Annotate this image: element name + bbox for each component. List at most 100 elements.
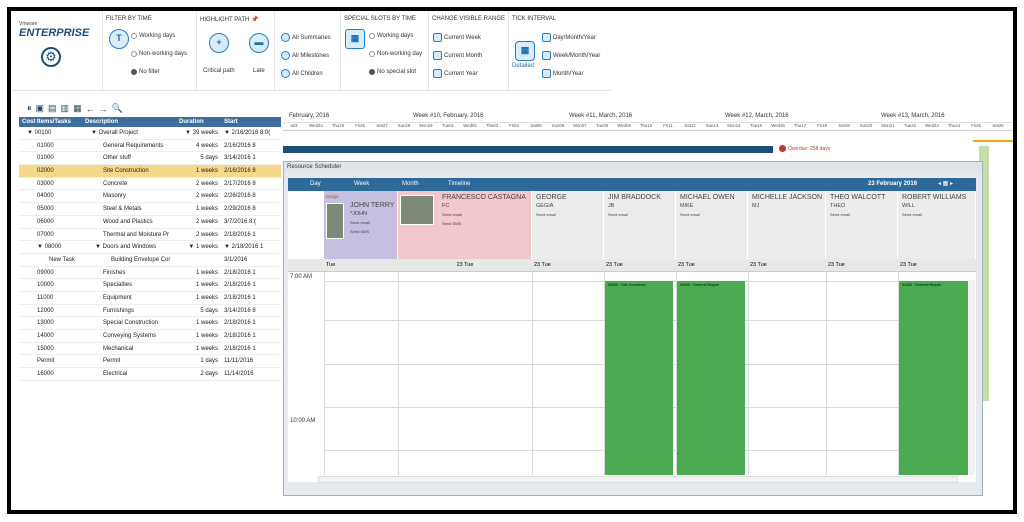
detailed-icon[interactable]: ▦ — [515, 41, 535, 61]
cell-start: ▼ 2/16/2016 8:0( — [224, 130, 271, 136]
slot-no-special-slot[interactable]: No special slot — [369, 69, 416, 75]
month-year-button[interactable]: Month/Year — [542, 69, 583, 78]
arrow-left-icon[interactable]: ← — [86, 104, 95, 114]
gantt-day-label: Thu25 — [331, 123, 345, 128]
resource-column-header[interactable]: GEORGE GEGIA Send email — [532, 191, 604, 259]
resource-column-header[interactable]: MICHAEL OWEN MIKE Send email — [676, 191, 748, 259]
table-row[interactable]: 12000 Furnishings 5 days 3/14/2016 8 — [19, 305, 281, 318]
resource-column-header[interactable]: FRANCESCO CASTAGNA FC Send email Send SMS — [398, 191, 532, 259]
critical-path-icon[interactable]: + — [209, 33, 229, 53]
filter-no-filter[interactable]: No filter — [131, 69, 160, 75]
table-row[interactable]: 03000 Concrete 2 weeks 2/17/2016 8 — [19, 178, 281, 191]
appointment[interactable]: 02000 - Site Construct — [605, 281, 673, 475]
col-header-description[interactable]: Description — [85, 117, 176, 127]
all-children-button[interactable]: All Children — [281, 69, 323, 78]
current-year-button[interactable]: Current Year — [433, 69, 478, 78]
cell-start: 2/18/2016 1 — [224, 282, 256, 289]
indent-icon[interactable]: ⏸ — [27, 103, 32, 114]
brand-group: Vmware ENTERPRISE ⚙ — [11, 11, 103, 91]
tab-week[interactable]: Week — [354, 178, 369, 191]
tab-timeline[interactable]: Timeline — [448, 178, 470, 191]
week-month-year-button[interactable]: Week/Month/Year — [542, 51, 600, 60]
current-week-button[interactable]: Current Week — [433, 33, 481, 42]
table-row[interactable]: 04000 Masonry 2 weeks 2/26/2016 8 — [19, 190, 281, 204]
scheduler-day-row: Tue 23 Tue 23 Tue 23 Tue 23 Tue 23 Tue 23 Tue 2… — [288, 259, 976, 271]
table-row[interactable]: 01000 Other stuff 5 days 3/14/2016 1 — [19, 152, 281, 166]
table-row[interactable]: 10000 Specialties 1 weeks 2/18/2016 1 — [19, 279, 281, 292]
interval-icon — [542, 51, 551, 60]
send-email-link[interactable]: Send email — [442, 210, 529, 219]
resource-column-header[interactable]: THEO WALCOTT THEO Send email — [826, 191, 898, 259]
table-row[interactable]: ▼ 08000 ▼ Doors and Windows ▼ 1 weeks ▼ 2/1… — [19, 241, 281, 254]
date-picker-icon[interactable]: ◂ ▦ ▸ — [938, 178, 953, 191]
resource-column-header[interactable]: JOHN TERRY *JOHN Send email Send SMS Badge — [324, 191, 398, 259]
cell-start: 2/18/2016 1 — [224, 320, 256, 327]
cell-duration: 4 weeks — [195, 142, 218, 149]
late-label[interactable]: Late — [253, 68, 265, 74]
detailed-label[interactable]: Detailed — [512, 63, 534, 69]
all-summaries-button[interactable]: All Summaries — [281, 33, 331, 42]
vertical-scrollbar[interactable] — [968, 280, 975, 475]
current-month-button[interactable]: Current Month — [433, 51, 482, 60]
tab-day[interactable]: Day — [310, 178, 321, 191]
table-row[interactable]: 14000 Conveying Systems 1 weeks 2/18/2016 1 — [19, 330, 281, 343]
col-header-start[interactable]: Start — [221, 117, 281, 127]
print-icon[interactable]: ▤ — [48, 103, 57, 114]
resource-name: JOHN TERRY — [350, 202, 395, 209]
filter-icon[interactable]: T — [109, 29, 129, 49]
table-row[interactable]: 13000 Special Construction 1 weeks 2/18/201… — [19, 317, 281, 330]
table-row[interactable]: 09000 Finishes 1 weeks 2/18/2016 1 — [19, 267, 281, 280]
table-row[interactable]: 02000 Site Construction 1 weeks 2/16/2016 8 — [19, 165, 281, 178]
filter-working-days[interactable]: Working days — [131, 33, 175, 39]
filter-non-working-days[interactable]: Non-working days — [131, 51, 187, 57]
slot-working-days[interactable]: Working days — [369, 33, 413, 39]
send-email-link[interactable]: Send email — [536, 210, 601, 219]
table-row[interactable]: 16000 Electrical 2 days 11/14/2016 — [19, 368, 281, 381]
critical-path-label[interactable]: Critical path — [203, 68, 235, 74]
late-icon[interactable]: ▬ — [249, 33, 269, 53]
table-row[interactable]: 05000 Steel & Metals 1 weeks 2/29/2016 8 — [19, 203, 281, 216]
resource-column-header[interactable]: MICHELLE JACKSON MJ — [748, 191, 826, 259]
appointment[interactable]: 01000 - General Requir — [899, 281, 973, 475]
table-row[interactable]: 01000 General Requirements 4 weeks 2/16/201… — [19, 140, 281, 153]
cell-description: Conveying Systems — [103, 333, 157, 339]
export-icon[interactable]: ▥ — [61, 103, 70, 114]
table-row[interactable]: ▼ 00100 ▼ Overall Project ▼ 39 weeks ▼ 2/16… — [19, 127, 281, 140]
send-sms-link[interactable]: Send SMS — [350, 227, 395, 236]
table-row[interactable]: Permit Permit 1 days 11/11/2016 — [19, 355, 281, 369]
arrow-right-icon[interactable]: → — [99, 104, 108, 114]
send-email-link[interactable]: Send email — [680, 210, 745, 219]
tab-month[interactable]: Month — [402, 178, 419, 191]
scheduler-title[interactable]: Resource Scheduler — [284, 162, 982, 172]
slot-non-working-day[interactable]: Non-working day — [369, 51, 422, 57]
settings-icon[interactable]: ⚙ — [41, 47, 61, 67]
calendar-icon[interactable]: ▦ — [345, 29, 365, 49]
send-sms-link[interactable]: Send SMS — [442, 219, 529, 228]
table-row[interactable]: 15000 Mechanical 1 weeks 2/18/2016 1 — [19, 343, 281, 356]
columns-icon[interactable]: ▦ — [73, 103, 82, 114]
table-row[interactable]: New Task Building Envelope Cor 3/1/2016 — [19, 254, 281, 267]
table-row[interactable]: 06000 Wood and Plastics 2 weeks 3/7/2016 8:… — [19, 216, 281, 229]
table-row[interactable]: 11000 Equipment 1 weeks 2/18/2016 1 — [19, 292, 281, 305]
resource-column-header[interactable]: ROBERT WILLIAMS WILL Send email — [898, 191, 976, 259]
gantt-summary-bar[interactable] — [283, 146, 773, 153]
table-row[interactable]: 07000 Thermal and Moisture Pr 2 weeks 2/18/… — [19, 229, 281, 242]
appointment[interactable]: 09000 - General Requir — [677, 281, 745, 475]
send-email-link[interactable]: Send email — [902, 210, 973, 219]
send-email-link[interactable]: Send email — [608, 210, 673, 219]
save-icon[interactable]: ▣ — [36, 103, 45, 114]
day-month-year-button[interactable]: Day/Month/Year — [542, 33, 596, 42]
resource-header-row: JOHN TERRY *JOHN Send email Send SMS Badge FR… — [288, 191, 976, 259]
gantt-day-label: Thu24 — [947, 123, 961, 128]
horizontal-scrollbar[interactable] — [318, 476, 958, 483]
resource-subtitle: WILL — [902, 203, 915, 209]
radio-icon — [131, 33, 137, 39]
send-email-link[interactable]: Send email — [350, 218, 395, 227]
col-header-cost-items[interactable]: Cost Items/Tasks — [19, 117, 85, 127]
all-milestones-button[interactable]: All Milestones — [281, 51, 329, 60]
zoom-icon[interactable]: 🔍 — [112, 103, 123, 114]
col-header-duration[interactable]: Duration — [176, 117, 221, 127]
gantt-day-label: Thu03 — [485, 123, 499, 128]
send-email-link[interactable]: Send email — [830, 210, 895, 219]
resource-column-header[interactable]: JIM BRADDOCK JB Send email — [604, 191, 676, 259]
